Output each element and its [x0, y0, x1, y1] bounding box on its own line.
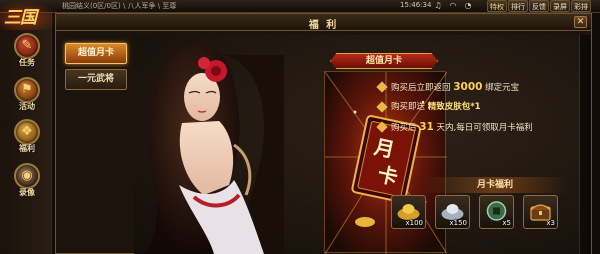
music-icon[interactable]: ♫ — [432, 0, 444, 12]
nav-label-task: 任务 — [19, 58, 35, 67]
ranking-button[interactable]: 排行 — [508, 0, 528, 12]
reward-slot[interactable]: x5 — [479, 195, 514, 229]
reward-slot[interactable]: x100 — [391, 195, 426, 229]
privilege-button[interactable]: 特权 — [487, 0, 507, 12]
diamond-bullet-icon — [376, 81, 388, 93]
welfare-panel: 福 利 ✕ 超值月卡 一元武将 超值月卡 月 卡 购买后立即返回 3000 绑定… — [55, 13, 592, 254]
diamond-bullet-icon — [376, 121, 388, 133]
top-bar: 桃园结义(0区/0区) \ 八人军争 \ 至尊 15:46:34 ♫ ◠ ◔ 特… — [0, 0, 600, 13]
reward-count: x100 — [405, 219, 423, 227]
camera-icon: ◉ — [14, 163, 40, 189]
benefit-text: 购买后立即返回 — [391, 83, 454, 93]
benefit-item: 购买后立即返回 3000 绑定元宝 — [376, 80, 600, 100]
top-icon-group: ♫ ◠ ◔ — [432, 0, 474, 12]
diamond-bullet-icon — [376, 101, 388, 113]
benefit-highlight: 3000 — [453, 81, 483, 93]
clock: 15:46:34 — [400, 1, 432, 9]
benefit-item: 购买即送 精致皮肤包*1 — [376, 100, 600, 120]
panel-title: 福 利 — [308, 20, 339, 31]
benefit-text: 天内,每日可领取月卡福利 — [433, 123, 533, 133]
tab-monthly-card[interactable]: 超值月卡 — [65, 43, 127, 64]
reward-count: x3 — [546, 219, 555, 227]
flag-icon: ⚑ — [14, 77, 40, 103]
signal-icon[interactable]: ◠ — [447, 0, 459, 12]
breadcrumb: 桃园结义(0区/0区) \ 八人军争 \ 至尊 — [62, 2, 177, 10]
game-logo: 三国 — [0, 0, 60, 30]
heroine-illustration — [144, 44, 284, 254]
scroll-track[interactable] — [579, 35, 591, 254]
card-banner: 超值月卡 — [330, 53, 438, 69]
reward-count: x5 — [502, 219, 511, 227]
reward-slot[interactable]: x150 — [435, 195, 470, 229]
close-button[interactable]: ✕ — [574, 16, 587, 28]
benefit-highlight: 精致皮肤包*1 — [427, 102, 481, 112]
tab-list: 超值月卡 一元武将 — [65, 43, 127, 95]
reward-count: x150 — [449, 219, 467, 227]
nav-item-record[interactable]: ◉ 录像 — [7, 163, 47, 198]
nav-item-welfare[interactable]: ❖ 福利 — [7, 119, 47, 154]
benefit-text: 购买后 — [391, 123, 420, 133]
nav-label-activity: 活动 — [19, 102, 35, 111]
scroll-icon: ✎ — [14, 33, 40, 59]
tab-one-yuan-general[interactable]: 一元武将 — [65, 69, 127, 90]
nav-label-welfare: 福利 — [19, 144, 35, 153]
benefit-text: 购买即送 — [391, 102, 428, 112]
benefit-highlight: 31 — [419, 121, 434, 133]
rewards-title: 月卡福利 — [422, 177, 568, 193]
nav-item-activity[interactable]: ⚑ 活动 — [7, 77, 47, 112]
benefit-text: 绑定元宝 — [482, 83, 520, 93]
benefit-list: 购买后立即返回 3000 绑定元宝 购买即送 精致皮肤包*1 购买后 31 天内… — [376, 80, 600, 140]
top-links: 特权 排行 反馈 录屏 彩排 — [487, 0, 591, 12]
reward-list: x100 x150 x5 x3 — [391, 195, 558, 229]
volume-icon[interactable]: ◔ — [462, 0, 474, 12]
reward-slot[interactable]: x3 — [523, 195, 558, 229]
feedback-button[interactable]: 反馈 — [529, 0, 549, 12]
nav-label-record: 录像 — [19, 188, 35, 197]
panel-header: 福 利 ✕ — [56, 14, 591, 31]
benefit-item: 购买后 31 天内,每日可领取月卡福利 — [376, 120, 600, 140]
gift-icon: ❖ — [14, 119, 40, 145]
left-nav: ✎ 任务 ⚑ 活动 ❖ 福利 ◉ 录像 — [0, 13, 52, 254]
record-button[interactable]: 录屏 — [550, 0, 570, 12]
nav-item-task[interactable]: ✎ 任务 — [7, 33, 47, 68]
rehearsal-button[interactable]: 彩排 — [571, 0, 591, 12]
